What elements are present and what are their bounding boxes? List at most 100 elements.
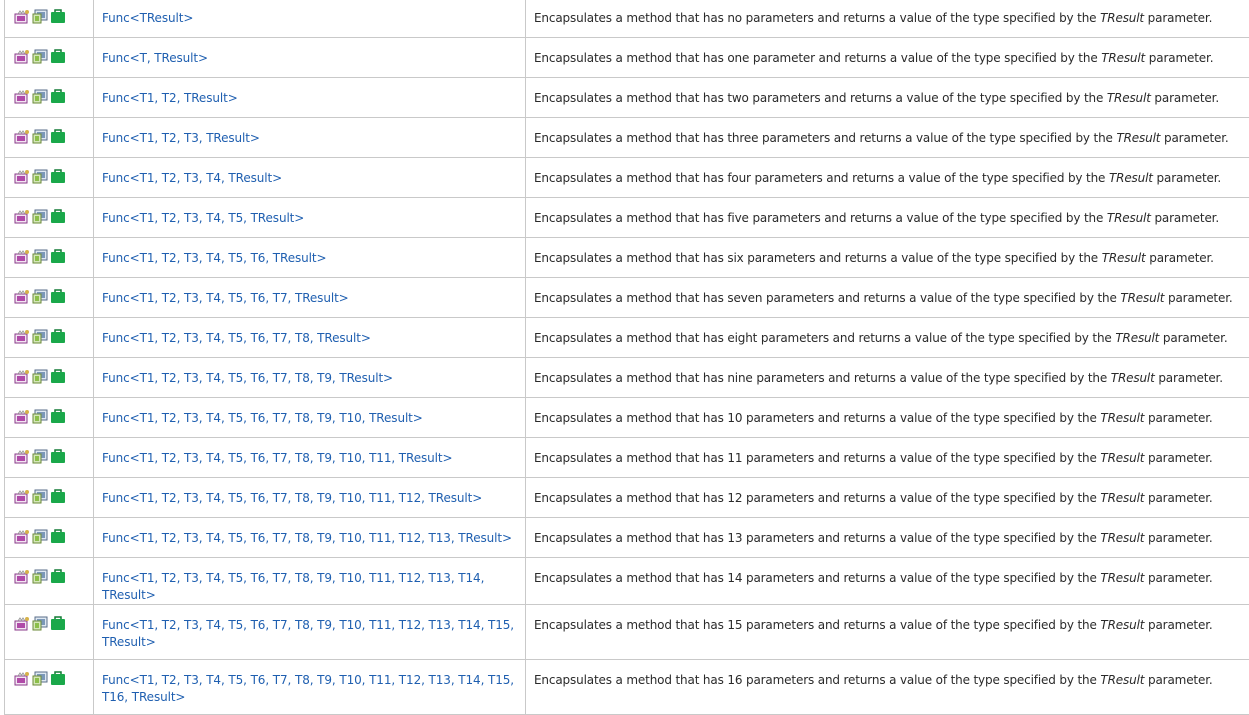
description-text: Encapsulates a method that has seven par… — [526, 278, 1249, 307]
icon-group — [5, 198, 93, 224]
description-cell: Encapsulates a method that has one param… — [526, 38, 1249, 78]
xna-framework-icon — [32, 671, 48, 686]
name-cell: Func<T1, T2, T3, T4, T5, TResult> — [94, 198, 526, 238]
portable-class-library-icon — [50, 9, 66, 24]
description-text: Encapsulates a method that has 11 parame… — [526, 438, 1249, 467]
description-prefix: Encapsulates a method that has two param… — [534, 91, 1107, 105]
delegate-name-link[interactable]: Func<TResult> — [94, 0, 525, 27]
icons-cell — [5, 78, 94, 118]
delegate-name-link[interactable]: Func<T1, T2, T3, T4, T5, TResult> — [94, 198, 525, 227]
xna-framework-icon — [32, 369, 48, 384]
description-suffix: parameter. — [1146, 251, 1214, 265]
xna-framework-icon — [32, 409, 48, 424]
icons-cell — [5, 0, 94, 38]
description-param: TResult — [1102, 251, 1146, 265]
table-row: Func<T1, T2, T3, T4, T5, T6, T7, T8, T9,… — [5, 660, 1249, 715]
xna-framework-icon — [32, 329, 48, 344]
description-text: Encapsulates a method that has nine para… — [526, 358, 1249, 387]
description-text: Encapsulates a method that has three par… — [526, 118, 1249, 147]
portable-class-library-icon — [50, 169, 66, 184]
icon-group — [5, 278, 93, 304]
delegate-name-link[interactable]: Func<T1, T2, T3, T4, T5, T6, T7, T8, T9,… — [94, 358, 525, 387]
xna-framework-icon — [32, 289, 48, 304]
description-cell: Encapsulates a method that has 10 parame… — [526, 398, 1249, 438]
table-row: Func<TResult> Encapsulates a method that… — [5, 0, 1249, 38]
description-cell: Encapsulates a method that has three par… — [526, 118, 1249, 158]
icons-cell — [5, 478, 94, 518]
xna-framework-icon — [32, 209, 48, 224]
icons-cell — [5, 558, 94, 605]
public-delegate-icon — [14, 9, 30, 24]
delegate-name-link[interactable]: Func<T1, T2, T3, TResult> — [94, 118, 525, 147]
description-param: TResult — [1115, 331, 1159, 345]
portable-class-library-icon — [50, 89, 66, 104]
delegate-name-link[interactable]: Func<T1, T2, T3, T4, T5, T6, T7, T8, T9,… — [94, 558, 525, 604]
description-param: TResult — [1107, 91, 1151, 105]
xna-framework-icon — [32, 489, 48, 504]
table-row: Func<T1, T2, T3, T4, T5, T6, TResult> En… — [5, 238, 1249, 278]
description-suffix: parameter. — [1144, 571, 1212, 585]
delegate-name-link[interactable]: Func<T1, T2, T3, T4, T5, T6, T7, T8, T9,… — [94, 605, 525, 651]
delegate-name-link[interactable]: Func<T1, T2, TResult> — [94, 78, 525, 107]
table-row: Func<T1, T2, T3, T4, T5, T6, T7, T8, T9,… — [5, 558, 1249, 605]
description-text: Encapsulates a method that has six param… — [526, 238, 1249, 267]
portable-class-library-icon — [50, 249, 66, 264]
description-param: TResult — [1109, 171, 1153, 185]
portable-class-library-icon — [50, 129, 66, 144]
description-text: Encapsulates a method that has four para… — [526, 158, 1249, 187]
icon-group — [5, 558, 93, 584]
table-row: Func<T1, T2, T3, T4, T5, T6, T7, TResult… — [5, 278, 1249, 318]
delegate-name-link[interactable]: Func<T1, T2, T3, T4, T5, T6, T7, TResult… — [94, 278, 525, 307]
portable-class-library-icon — [50, 489, 66, 504]
description-text: Encapsulates a method that has one param… — [526, 38, 1249, 67]
icons-cell — [5, 38, 94, 78]
public-delegate-icon — [14, 169, 30, 184]
icons-cell — [5, 605, 94, 660]
description-text: Encapsulates a method that has eight par… — [526, 318, 1249, 347]
icon-group — [5, 78, 93, 104]
description-prefix: Encapsulates a method that has five para… — [534, 211, 1107, 225]
delegate-name-link[interactable]: Func<T, TResult> — [94, 38, 525, 67]
public-delegate-icon — [14, 529, 30, 544]
delegate-name-link[interactable]: Func<T1, T2, T3, T4, T5, T6, T7, T8, TRe… — [94, 318, 525, 347]
icon-group — [5, 158, 93, 184]
portable-class-library-icon — [50, 616, 66, 631]
description-prefix: Encapsulates a method that has seven par… — [534, 291, 1120, 305]
description-suffix: parameter. — [1144, 451, 1212, 465]
delegate-name-link[interactable]: Func<T1, T2, T3, T4, T5, T6, TResult> — [94, 238, 525, 267]
delegate-name-link[interactable]: Func<T1, T2, T3, T4, T5, T6, T7, T8, T9,… — [94, 518, 525, 547]
delegate-name-link[interactable]: Func<T1, T2, T3, T4, T5, T6, T7, T8, T9,… — [94, 398, 525, 427]
delegate-name-link[interactable]: Func<T1, T2, T3, T4, T5, T6, T7, T8, T9,… — [94, 438, 525, 467]
table-row: Func<T1, T2, T3, T4, TResult> Encapsulat… — [5, 158, 1249, 198]
description-param: TResult — [1120, 291, 1164, 305]
description-text: Encapsulates a method that has 15 parame… — [526, 605, 1249, 634]
table-row: Func<T1, T2, T3, T4, T5, T6, T7, T8, T9,… — [5, 438, 1249, 478]
description-param: TResult — [1100, 673, 1144, 687]
public-delegate-icon — [14, 209, 30, 224]
delegate-name-link[interactable]: Func<T1, T2, T3, T4, T5, T6, T7, T8, T9,… — [94, 478, 525, 507]
description-cell: Encapsulates a method that has eight par… — [526, 318, 1249, 358]
portable-class-library-icon — [50, 449, 66, 464]
portable-class-library-icon — [50, 369, 66, 384]
delegate-name-link[interactable]: Func<T1, T2, T3, T4, TResult> — [94, 158, 525, 187]
portable-class-library-icon — [50, 671, 66, 686]
public-delegate-icon — [14, 616, 30, 631]
description-cell: Encapsulates a method that has 12 parame… — [526, 478, 1249, 518]
icon-group — [5, 118, 93, 144]
icon-group — [5, 518, 93, 544]
description-cell: Encapsulates a method that has nine para… — [526, 358, 1249, 398]
delegate-name-link[interactable]: Func<T1, T2, T3, T4, T5, T6, T7, T8, T9,… — [94, 660, 525, 706]
description-cell: Encapsulates a method that has 14 parame… — [526, 558, 1249, 605]
description-suffix: parameter. — [1153, 171, 1221, 185]
icons-cell — [5, 118, 94, 158]
description-prefix: Encapsulates a method that has no parame… — [534, 11, 1100, 25]
public-delegate-icon — [14, 569, 30, 584]
table-row: Func<T1, T2, T3, T4, T5, TResult> Encaps… — [5, 198, 1249, 238]
description-text: Encapsulates a method that has two param… — [526, 78, 1249, 107]
name-cell: Func<T1, T2, T3, T4, TResult> — [94, 158, 526, 198]
description-suffix: parameter. — [1144, 491, 1212, 505]
icon-group — [5, 358, 93, 384]
description-cell: Encapsulates a method that has 11 parame… — [526, 438, 1249, 478]
description-param: TResult — [1100, 618, 1144, 632]
xna-framework-icon — [32, 129, 48, 144]
